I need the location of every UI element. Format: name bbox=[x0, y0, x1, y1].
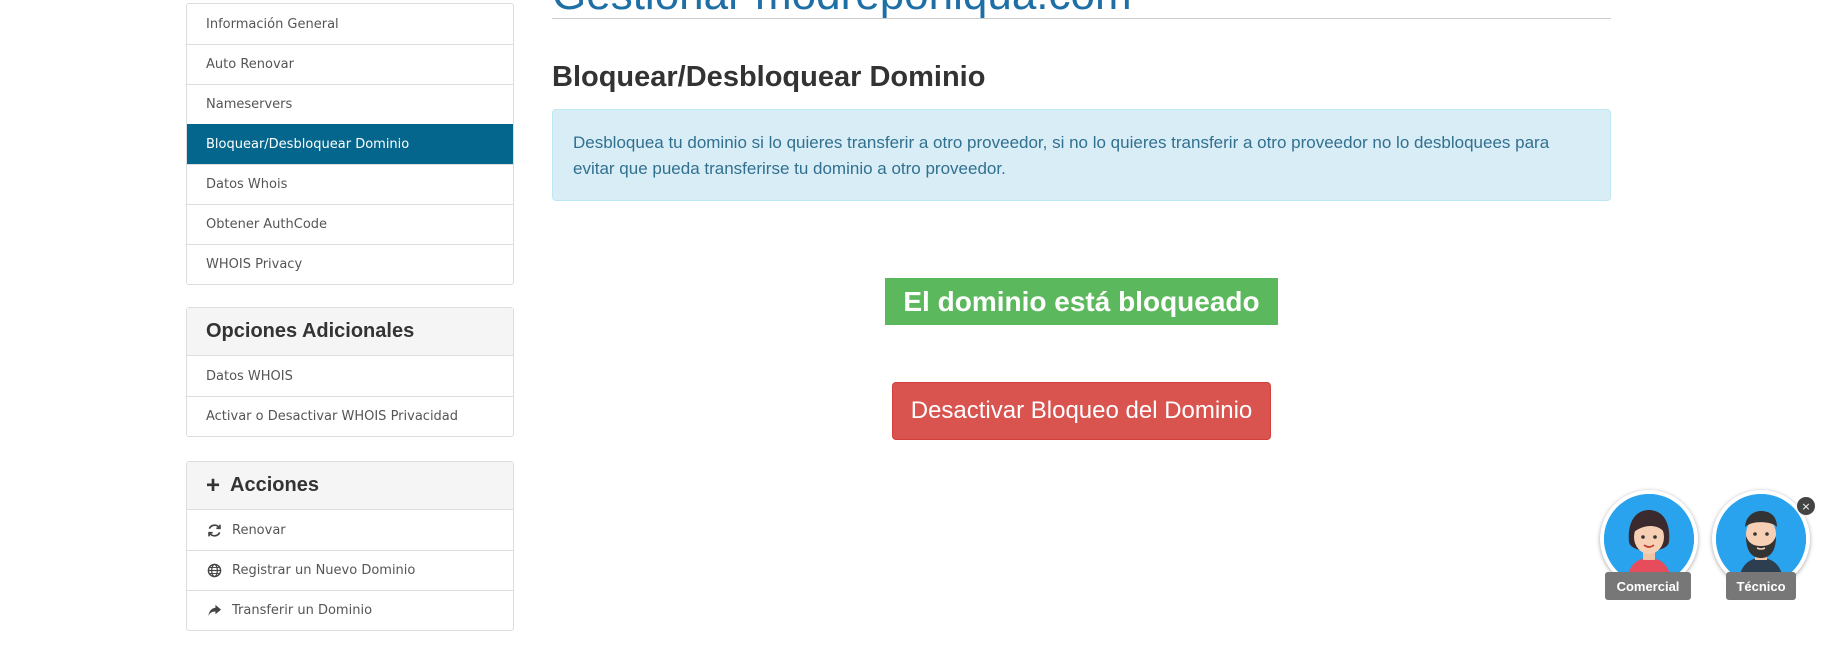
actions-heading-label: Acciones bbox=[230, 474, 319, 496]
close-chat-icon[interactable]: × bbox=[1797, 497, 1815, 515]
info-alert: Desbloquea tu dominio si lo quieres tran… bbox=[552, 109, 1611, 201]
male-agent-avatar-icon bbox=[1716, 494, 1806, 584]
sidebar-item-toggle-whois-privacy[interactable]: Activar o Desactivar WHOIS Privacidad bbox=[187, 396, 513, 436]
manage-panel: Información General Auto Renovar Nameser… bbox=[186, 3, 514, 285]
section-title: Bloquear/Desbloquear Dominio bbox=[552, 61, 986, 93]
sidebar-item-lock-unlock[interactable]: Bloquear/Desbloquear Dominio bbox=[187, 124, 513, 164]
sidebar-item-whois-data-extra[interactable]: Datos WHOIS bbox=[187, 356, 513, 396]
female-agent-avatar-icon bbox=[1604, 494, 1694, 584]
actions-heading: + Acciones bbox=[187, 462, 513, 510]
sidebar-item-whois-privacy[interactable]: WHOIS Privacy bbox=[187, 244, 513, 284]
sidebar-item-general-info[interactable]: Información General bbox=[187, 4, 513, 44]
action-transfer-domain-label: Transferir un Dominio bbox=[232, 603, 373, 618]
chat-technical-label[interactable]: Técnico bbox=[1726, 572, 1796, 600]
action-register-domain-label: Registrar un Nuevo Dominio bbox=[232, 563, 416, 578]
disable-lock-button[interactable]: Desactivar Bloqueo del Dominio bbox=[892, 382, 1271, 440]
sidebar-item-auto-renew[interactable]: Auto Renovar bbox=[187, 44, 513, 84]
share-arrow-icon bbox=[206, 603, 222, 619]
action-renew[interactable]: Renovar bbox=[187, 510, 513, 550]
sidebar-item-nameservers[interactable]: Nameservers bbox=[187, 84, 513, 124]
globe-icon bbox=[206, 563, 222, 579]
title-divider bbox=[552, 18, 1611, 19]
action-transfer-domain[interactable]: Transferir un Dominio bbox=[187, 590, 513, 630]
status-badge: El dominio está bloqueado bbox=[885, 278, 1278, 325]
action-renew-label: Renovar bbox=[232, 522, 286, 538]
plus-icon: + bbox=[206, 471, 221, 499]
additional-options-panel: Opciones Adicionales Datos WHOIS Activar… bbox=[186, 307, 514, 437]
action-register-domain[interactable]: Registrar un Nuevo Dominio bbox=[187, 550, 513, 590]
refresh-icon bbox=[206, 522, 222, 538]
chat-commercial-label[interactable]: Comercial bbox=[1605, 572, 1691, 600]
actions-panel: + Acciones Renovar Registrar un Nuevo Do… bbox=[186, 461, 514, 631]
sidebar-item-authcode[interactable]: Obtener AuthCode bbox=[187, 204, 513, 244]
sidebar-item-whois-data[interactable]: Datos Whois bbox=[187, 164, 513, 204]
additional-options-heading: Opciones Adicionales bbox=[187, 308, 513, 356]
page-title: Gestionar modreponiqua.com bbox=[552, 0, 1132, 20]
